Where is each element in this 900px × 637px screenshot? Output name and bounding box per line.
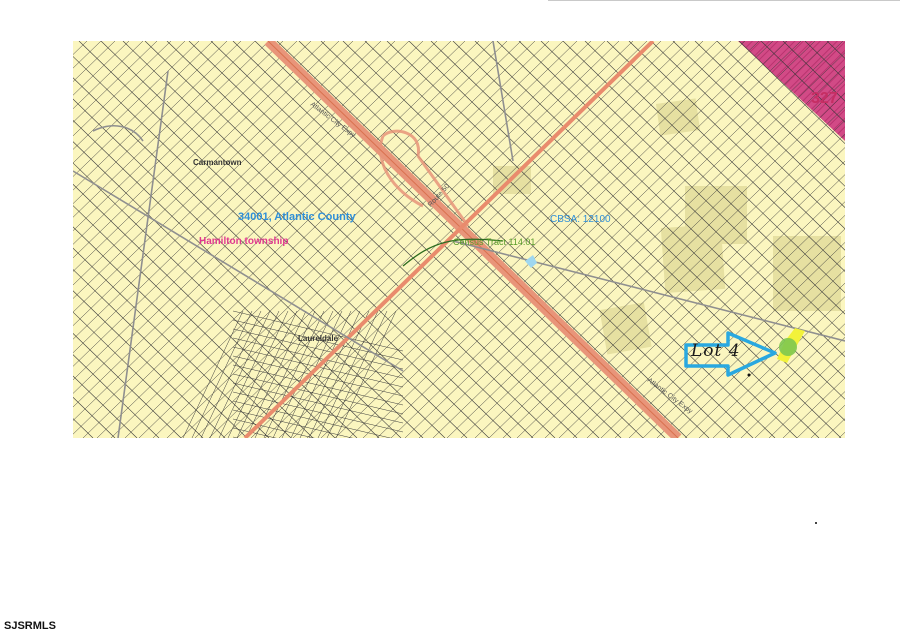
town-label-laureldale: Laureldale [298, 334, 339, 343]
lot-annotation: Lot 4 [691, 341, 741, 361]
census-tract-label: Census Tract 114.01 [453, 237, 536, 247]
adjacent-area-label: 327 [811, 90, 838, 107]
top-rule [548, 0, 900, 1]
cbsa-label: CBSA: 12100 [550, 214, 611, 225]
lot-marker [779, 338, 797, 356]
town-label-carmantown: Carmantown [193, 158, 242, 167]
mls-footer-label: SJSRMLS [4, 620, 56, 632]
township-label: Hamilton township [199, 236, 289, 247]
parcel-map[interactable]: 34001, Atlantic County Hamilton township… [73, 41, 845, 438]
stray-dot [815, 522, 817, 524]
county-label: 34001, Atlantic County [238, 211, 356, 223]
